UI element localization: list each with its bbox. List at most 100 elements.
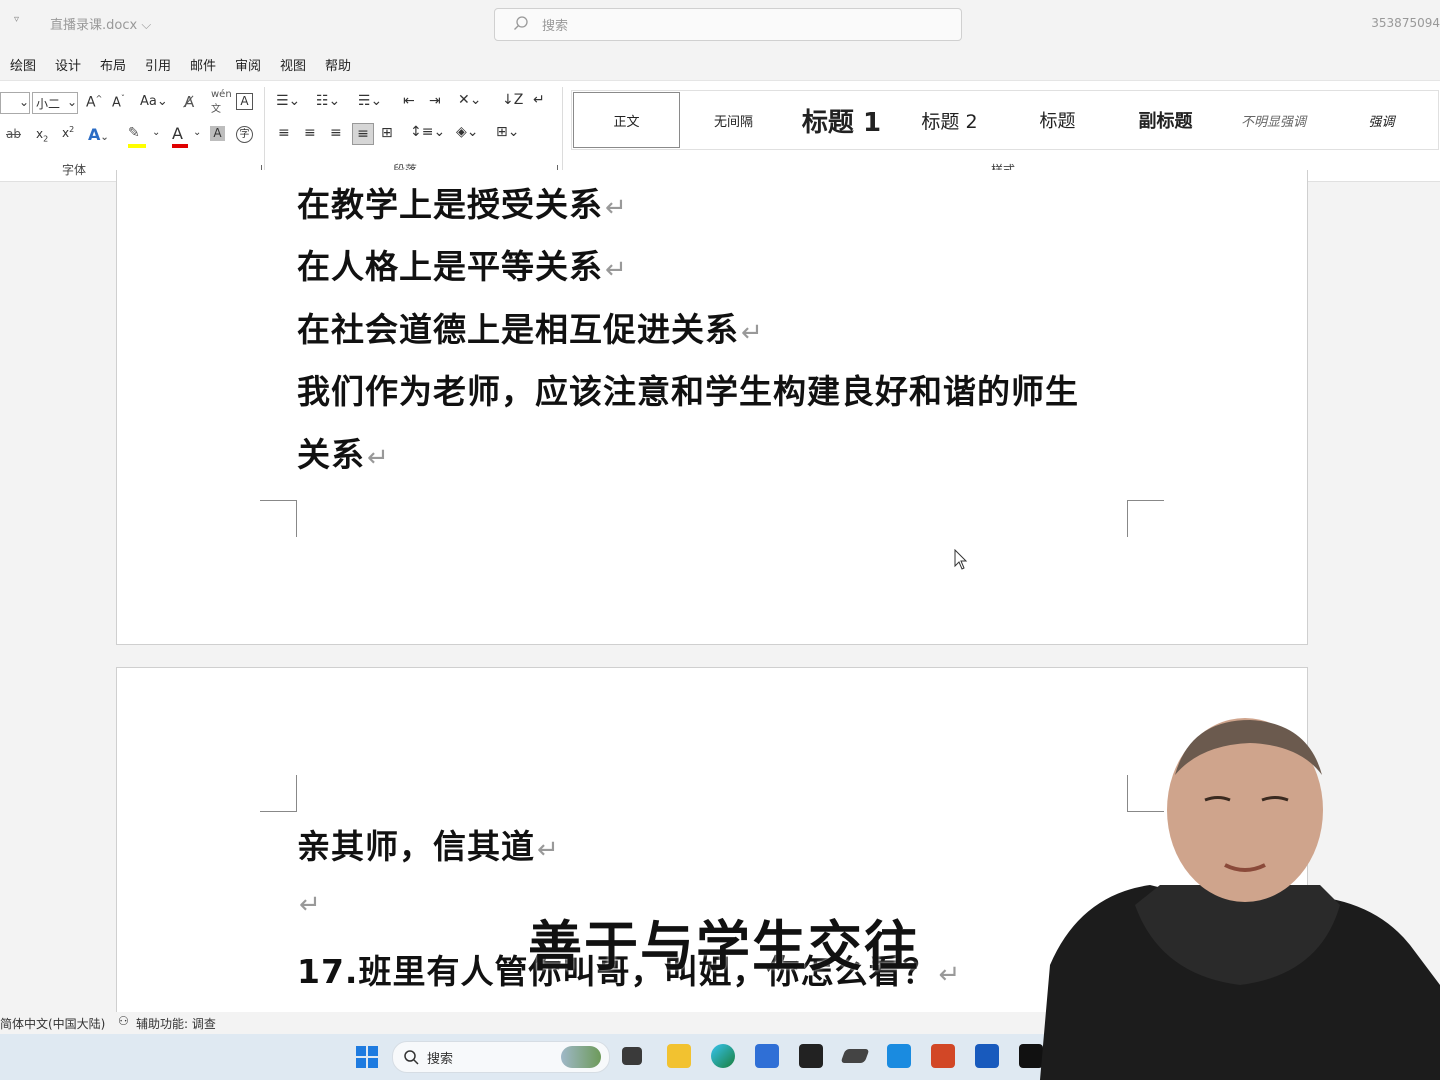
account-name[interactable]: 353875094 [1371,16,1440,30]
style-title[interactable]: 标题 [1004,91,1111,149]
language-status[interactable]: 简体中文(中国大陆) [0,1015,105,1032]
style-emphasis[interactable]: 强调 [1328,91,1435,149]
superscript-icon[interactable]: x2 [62,125,74,140]
shrink-font-icon[interactable]: Aˇ [112,94,125,110]
title-search-box[interactable]: 搜索 [494,8,962,41]
video-caption: 善于与学生交往 [528,915,920,978]
style-heading-2[interactable]: 标题 2 [896,91,1003,149]
tab-mailings[interactable]: 邮件 [190,55,216,74]
font-size-combo[interactable]: 小二 ⌄ [32,92,78,114]
shading-icon[interactable]: ◈⌄ [456,124,479,140]
distributed-icon[interactable]: ⊞ [381,125,393,141]
show-marks-icon[interactable]: ↵ [533,92,545,108]
increase-indent-icon[interactable]: ⇥ [429,93,441,109]
style-no-spacing[interactable]: 无间隔 [680,91,787,149]
quick-access-dropdown-icon[interactable]: ▿ [14,14,19,25]
change-case-icon[interactable]: Aa⌄ [140,94,168,109]
tab-review[interactable]: 审阅 [235,55,261,74]
presenter-video-overlay [1040,718,1440,1080]
tab-references[interactable]: 引用 [145,55,171,74]
style-normal[interactable]: 正文 [573,92,680,148]
doc-paragraph[interactable]: 在教学上是授受关系↵ [297,178,628,226]
ribbon: ⌄ 小二 ⌄ A^ Aˇ Aa⌄ A̸ wén 文 A ab x2 x2 A⌄ ✎… [0,80,1440,182]
doc-paragraph[interactable]: 关系↵ [297,428,390,476]
numbering-icon[interactable]: ☷⌄ [316,93,340,109]
phonetic-guide-icon[interactable]: wén 文 [211,89,232,115]
justify-icon[interactable]: ≡ [352,123,374,145]
taskbar-search[interactable]: 搜索 [392,1041,610,1073]
tab-draw[interactable]: 绘图 [10,55,36,74]
sort-icon[interactable]: ↓Z [502,92,523,108]
character-shading-icon[interactable]: A [210,126,225,141]
style-subtle-emphasis[interactable]: 不明显强调 [1220,91,1327,149]
align-center-icon[interactable]: ≡ [304,125,316,141]
mouse-cursor-icon [954,549,968,570]
decrease-indent-icon[interactable]: ⇤ [403,93,415,109]
style-heading-1[interactable]: 标题 1 [788,91,895,149]
powerpoint-icon[interactable] [931,1044,955,1068]
align-left-icon[interactable]: ≡ [278,125,290,141]
title-bar: ▿ 直播录课.docx ⌵ 搜索 353875094 [0,0,1440,46]
app-icon[interactable] [799,1044,823,1068]
chevron-down-icon: ⌵ [141,18,152,33]
margin-crop-mark [1127,500,1164,537]
search-icon [514,16,528,30]
doc-paragraph[interactable]: 在社会道德上是相互促进关系↵ [297,303,764,351]
style-subtitle[interactable]: 副标题 [1112,91,1219,149]
multilevel-list-icon[interactable]: ☴⌄ [358,93,382,109]
paragraph-mark-icon: ↵ [605,255,628,285]
doc-paragraph-empty[interactable]: ↵ [297,882,322,921]
chinese-layout-icon[interactable]: ✕⌄ [458,92,481,108]
accessibility-icon: ⚇ [118,1014,129,1028]
subscript-icon[interactable]: x2 [36,127,48,143]
paragraph-mark-icon: ↵ [299,890,322,920]
group-divider [264,87,265,175]
character-border-icon[interactable]: A [236,93,253,110]
enclose-characters-icon[interactable]: 字 [236,126,253,143]
tab-design[interactable]: 设计 [55,55,81,74]
tab-help[interactable]: 帮助 [325,55,351,74]
borders-icon[interactable]: ⊞⌄ [496,124,519,140]
chevron-down-icon: ⌄ [19,95,30,109]
font-group-label: 字体 [62,163,87,177]
paragraph-mark-icon: ↵ [605,193,628,223]
tab-layout[interactable]: 布局 [100,55,126,74]
app-icon[interactable] [887,1044,911,1068]
app-icon[interactable] [840,1049,870,1063]
grow-font-icon[interactable]: A^ [86,94,102,111]
tab-view[interactable]: 视图 [280,55,306,74]
chevron-down-icon[interactable]: ⌄ [152,127,160,138]
font-size-value: 小二 [36,97,61,111]
document-page-1[interactable]: 在教学上是授受关系↵ 在人格上是平等关系↵ 在社会道德上是相互促进关系↵ 我们作… [116,170,1308,645]
doc-paragraph[interactable]: 亲其师，信其道↵ [297,820,560,868]
margin-crop-mark [260,775,297,812]
task-view-icon[interactable] [622,1047,642,1065]
search-highlight-image [561,1046,601,1068]
font-name-combo[interactable]: ⌄ [0,92,30,114]
align-right-icon[interactable]: ≡ [330,125,342,141]
group-divider [562,87,563,175]
doc-paragraph[interactable]: 在人格上是平等关系↵ [297,240,628,288]
ribbon-tabs: 绘图 设计 布局 引用 邮件 审阅 视图 帮助 [0,46,1440,80]
chevron-down-icon[interactable]: ⌄ [193,127,201,138]
clear-formatting-icon[interactable]: A̸ [184,93,194,111]
edge-browser-icon[interactable] [711,1044,735,1068]
microsoft-store-icon[interactable] [755,1044,779,1068]
paragraph-mark-icon: ↵ [537,835,560,865]
strikethrough-icon[interactable]: ab [6,127,21,141]
line-spacing-icon[interactable]: ↕≡⌄ [410,124,445,140]
text-effects-icon[interactable]: A⌄ [88,125,109,144]
paragraph-mark-icon: ↵ [367,443,390,473]
highlight-color-icon[interactable]: ✎ [128,125,146,148]
chevron-down-icon: ⌄ [67,95,78,109]
styles-gallery: 正文 无间隔 标题 1 标题 2 标题 副标题 不明显强调 强调 [571,90,1439,150]
word-icon[interactable] [975,1044,999,1068]
file-explorer-icon[interactable] [667,1044,691,1068]
doc-paragraph[interactable]: 我们作为老师，应该注意和学生构建良好和谐的师生 [297,365,1079,413]
document-title[interactable]: 直播录课.docx ⌵ [50,14,151,33]
bullets-icon[interactable]: ☰⌄ [276,93,300,109]
font-color-icon[interactable]: A [172,124,188,148]
windows-start-icon[interactable] [356,1046,378,1068]
paragraph-mark-icon: ↵ [741,318,764,348]
accessibility-status[interactable]: 辅助功能: 调查 [136,1015,216,1032]
